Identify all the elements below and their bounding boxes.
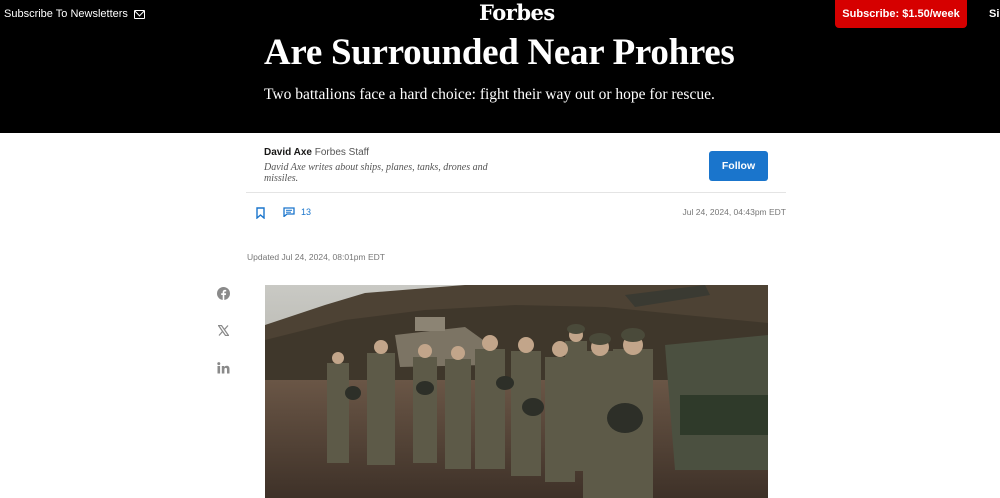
comment-icon[interactable] (283, 207, 295, 217)
subscribe-newsletters-link[interactable]: Subscribe To Newsletters (4, 8, 145, 20)
mail-icon (133, 9, 145, 19)
facebook-icon[interactable] (217, 287, 230, 300)
author-description: David Axe writes about ships, planes, ta… (264, 162, 488, 184)
sign-in-link[interactable]: Si (989, 8, 999, 20)
x-icon[interactable] (218, 325, 229, 336)
divider (246, 192, 786, 193)
subscribe-newsletters-label: Subscribe To Newsletters (4, 8, 128, 20)
updated-date: Updated Jul 24, 2024, 08:01pm EDT (247, 252, 385, 262)
subscribe-button[interactable]: Subscribe: $1.50/week (835, 0, 967, 28)
top-navigation: Subscribe To Newsletters Forbes Subscrib… (0, 0, 1000, 33)
published-date: Jul 24, 2024, 04:43pm EDT (682, 207, 786, 217)
author-role: Forbes Staff (314, 147, 370, 158)
author-line: David Axe Forbes Staff (264, 147, 514, 158)
linkedin-icon[interactable] (217, 362, 230, 374)
bookmark-icon[interactable] (256, 207, 265, 219)
follow-button[interactable]: Follow (709, 151, 768, 181)
forbes-logo[interactable]: Forbes (479, 0, 555, 25)
article-headline: Are Surrounded Near Prohres (264, 33, 735, 73)
comment-count[interactable]: 13 (301, 207, 311, 217)
author-name[interactable]: David Axe (264, 147, 312, 158)
article-hero-photo (265, 285, 768, 498)
article-dek: Two battalions face a hard choice: fight… (264, 86, 715, 103)
article-hero: Are Surrounded Near Prohres Two battalio… (0, 33, 1000, 133)
byline: David Axe Forbes Staff David Axe writes … (264, 147, 514, 184)
